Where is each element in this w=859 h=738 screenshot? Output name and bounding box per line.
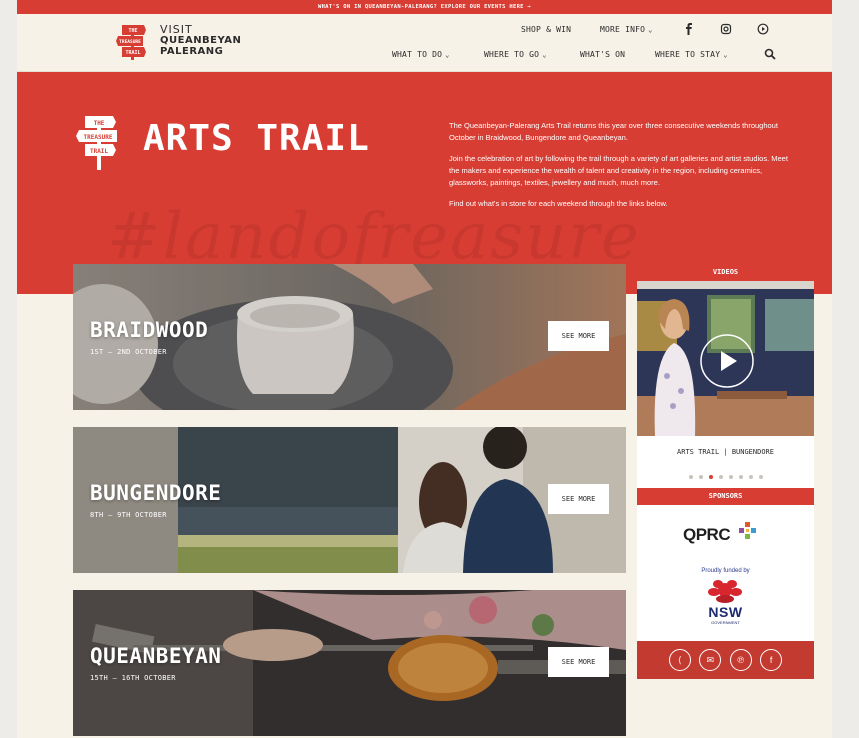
- card-title: BRAIDWOOD: [90, 318, 209, 342]
- brand-visit: VISIT: [160, 23, 193, 36]
- site-header: THE TREASURE TRAIL VISIT QUEANBEYAN PALE…: [17, 14, 832, 72]
- page: WHAT'S ON IN QUEANBEYAN-PALERANG? EXPLOR…: [17, 0, 832, 738]
- chevron-down-icon: ⌄: [648, 26, 653, 34]
- carousel-dots[interactable]: [637, 466, 814, 488]
- treasure-trail-logo[interactable]: THE TREASURE TRAIL: [113, 22, 153, 62]
- youtube-icon[interactable]: [757, 23, 769, 35]
- qprc-logo[interactable]: QPRC: [683, 522, 773, 553]
- carousel-dot-active[interactable]: [708, 475, 713, 479]
- instagram-icon[interactable]: [720, 23, 732, 35]
- card-date: 1ST – 2ND OCTOBER: [90, 348, 167, 356]
- chevron-down-icon: ⌄: [445, 51, 450, 59]
- hero-paragraph: Find out what's in store for each weeken…: [449, 199, 668, 208]
- video-player[interactable]: [637, 281, 814, 436]
- brand-line2: PALERANG: [160, 46, 224, 57]
- share-bar: ⟨ ✉ ℗ f: [637, 641, 814, 679]
- carousel-dot[interactable]: [718, 475, 723, 479]
- logo-word: TRAIL: [125, 50, 140, 56]
- qprc-wordmark: QPRC: [683, 525, 731, 544]
- nav-where-to-go[interactable]: WHERE TO GO ⌄: [484, 50, 547, 59]
- carousel-dot[interactable]: [758, 475, 763, 479]
- nsw-wordmark: NSW: [708, 604, 743, 620]
- card-date: 15TH – 16TH OCTOBER: [90, 674, 176, 682]
- card-title: BUNGENDORE: [90, 481, 222, 505]
- carousel-dot[interactable]: [688, 475, 693, 479]
- sponsors-panel: QPRC Proudly funded by NSW GOVERNMENT: [637, 505, 814, 641]
- carousel-dot[interactable]: [698, 475, 703, 479]
- nav-label: WHERE TO GO: [484, 50, 540, 59]
- logo-word: TREASURE: [119, 39, 141, 45]
- more-info-menu[interactable]: MORE INFO ⌄: [600, 25, 653, 34]
- hero-paragraph: Join the celebration of art by following…: [449, 154, 788, 187]
- brand-line1: QUEANBEYAN: [160, 35, 242, 46]
- bungendore-card[interactable]: BUNGENDORE 8TH – 9TH OCTOBER SEE MORE: [73, 427, 626, 573]
- nav-label: WHAT TO DO: [392, 50, 443, 59]
- see-more-button[interactable]: SEE MORE: [548, 647, 609, 677]
- email-icon[interactable]: ✉: [699, 649, 722, 671]
- videos-heading: VIDEOS: [637, 264, 814, 281]
- proudly-funded-text: Proudly funded by: [701, 568, 750, 574]
- logo-word: THE: [128, 28, 137, 34]
- nav-where-to-stay[interactable]: WHERE TO STAY ⌄: [655, 50, 728, 59]
- video-caption: ARTS TRAIL | BUNGENDORE: [677, 448, 774, 456]
- facebook-icon[interactable]: f: [760, 649, 783, 671]
- events-banner[interactable]: WHAT'S ON IN QUEANBEYAN-PALERANG? EXPLOR…: [17, 0, 832, 14]
- logo-word: TRAIL: [90, 148, 108, 155]
- search-icon[interactable]: [764, 48, 776, 60]
- nav-what-to-do[interactable]: WHAT TO DO ⌄: [392, 50, 450, 59]
- sidebar: VIDEOS ARTS TRAIL | BUNGENDORE SPONSORS …: [637, 264, 814, 679]
- braidwood-card[interactable]: BRAIDWOOD 1ST – 2ND OCTOBER SEE MORE: [73, 264, 626, 410]
- treasure-trail-logo: THE TREASURE TRAIL: [76, 116, 117, 170]
- nav-label: WHAT'S ON: [580, 50, 626, 59]
- chevron-down-icon: ⌄: [723, 51, 728, 59]
- page-title: ARTS TRAIL: [143, 118, 370, 159]
- nav-whats-on[interactable]: WHAT'S ON: [580, 50, 625, 59]
- queanbeyan-card[interactable]: QUEANBEYAN 15TH – 16TH OCTOBER SEE MORE: [73, 590, 626, 736]
- see-more-button[interactable]: SEE MORE: [548, 484, 609, 514]
- carousel-dot[interactable]: [728, 475, 733, 479]
- logo-word: THE: [94, 120, 105, 127]
- waratah-icon: [708, 580, 742, 603]
- share-icon[interactable]: ⟨: [668, 649, 691, 671]
- see-more-button[interactable]: SEE MORE: [548, 321, 609, 351]
- carousel-dot[interactable]: [738, 475, 743, 479]
- nsw-government-text: GOVERNMENT: [711, 620, 740, 625]
- video-thumbnail: [637, 281, 814, 436]
- more-info-label: MORE INFO: [600, 25, 646, 34]
- brand-wordmark[interactable]: VISIT QUEANBEYAN PALERANG: [160, 24, 241, 57]
- chevron-down-icon: ⌄: [542, 51, 547, 59]
- shop-win-link[interactable]: SHOP & WIN: [521, 25, 571, 34]
- hero-description: The Queanbeyan-Palerang Arts Trail retur…: [449, 120, 799, 219]
- carousel-dot[interactable]: [748, 475, 753, 479]
- hero-section: #landofreasure THE TREASURE TRAIL ARTS T…: [17, 72, 832, 294]
- logo-word: TREASURE: [84, 134, 113, 141]
- qprc-mark-icon: [739, 522, 756, 539]
- card-title: QUEANBEYAN: [90, 644, 222, 668]
- card-date: 8TH – 9TH OCTOBER: [90, 511, 167, 519]
- facebook-icon[interactable]: [683, 23, 695, 35]
- hero-paragraph: The Queanbeyan-Palerang Arts Trail retur…: [449, 121, 778, 142]
- sponsors-heading: SPONSORS: [637, 488, 814, 505]
- pinterest-icon[interactable]: ℗: [729, 649, 752, 671]
- nav-label: WHERE TO STAY: [655, 50, 721, 59]
